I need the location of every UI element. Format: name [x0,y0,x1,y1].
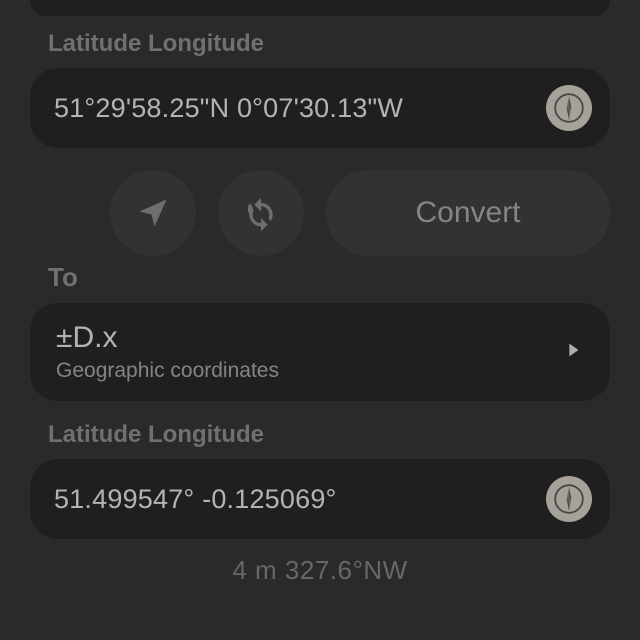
format-title: ±D.x [56,321,279,355]
to-label: To [48,262,610,293]
compass-button-input[interactable] [546,85,592,131]
convert-button-label: Convert [415,196,520,230]
locate-button[interactable] [110,170,196,256]
input-coordinate-field[interactable]: 51°29'58.25"N 0°07'30.13"W [30,68,610,148]
refresh-button[interactable] [218,170,304,256]
output-coordinate-value: 51.499547° -0.125069° [54,484,337,515]
output-format-card[interactable]: ±D.x Geographic coordinates [30,303,610,401]
input-coordinate-value: 51°29'58.25"N 0°07'30.13"W [54,93,403,124]
compass-icon [554,93,584,123]
previous-card-edge [30,0,610,16]
distance-bearing-readout: 4 m 327.6°NW [30,555,610,586]
compass-icon [554,484,584,514]
refresh-icon [241,193,281,233]
convert-button[interactable]: Convert [326,170,610,256]
input-section-label: Latitude Longitude [48,30,610,58]
format-text-block: ±D.x Geographic coordinates [56,321,279,383]
compass-button-output[interactable] [546,476,592,522]
output-coordinate-field[interactable]: 51.499547° -0.125069° [30,459,610,539]
chevron-right-icon [562,335,584,370]
location-arrow-icon [135,195,171,231]
output-section-label: Latitude Longitude [48,421,610,449]
actions-row: Convert [30,170,610,256]
format-subtitle: Geographic coordinates [56,359,279,383]
